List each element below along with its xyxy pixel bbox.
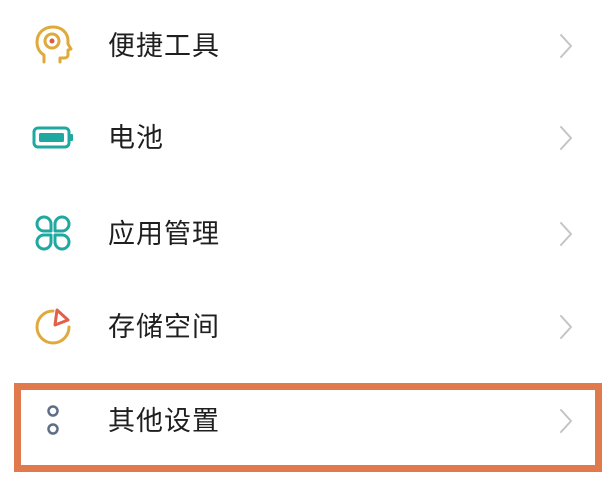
chevron-right-icon bbox=[556, 313, 576, 341]
settings-item-label: 电池 bbox=[108, 123, 164, 154]
settings-item-storage[interactable]: 存储空间 bbox=[0, 281, 610, 375]
chevron-right-icon bbox=[556, 124, 576, 152]
shortcut-tools-icon bbox=[30, 22, 76, 68]
settings-list: 便捷工具 电池 应用管理 存储空间 其他设置 bbox=[0, 0, 610, 484]
storage-icon bbox=[30, 303, 76, 349]
chevron-right-icon bbox=[556, 220, 576, 248]
settings-item-label: 应用管理 bbox=[108, 219, 220, 250]
settings-item-battery[interactable]: 电池 bbox=[0, 92, 610, 186]
settings-item-app-management[interactable]: 应用管理 bbox=[0, 188, 610, 282]
settings-item-label: 便捷工具 bbox=[108, 31, 220, 62]
settings-item-label: 存储空间 bbox=[108, 312, 220, 343]
settings-item-shortcut-tools[interactable]: 便捷工具 bbox=[0, 0, 610, 94]
battery-icon bbox=[30, 114, 76, 160]
more-settings-icon bbox=[30, 397, 76, 443]
chevron-right-icon bbox=[556, 32, 576, 60]
settings-item-more-settings[interactable]: 其他设置 bbox=[0, 375, 610, 469]
chevron-right-icon bbox=[556, 407, 576, 435]
app-management-icon bbox=[30, 210, 76, 256]
settings-item-label: 其他设置 bbox=[108, 406, 220, 437]
